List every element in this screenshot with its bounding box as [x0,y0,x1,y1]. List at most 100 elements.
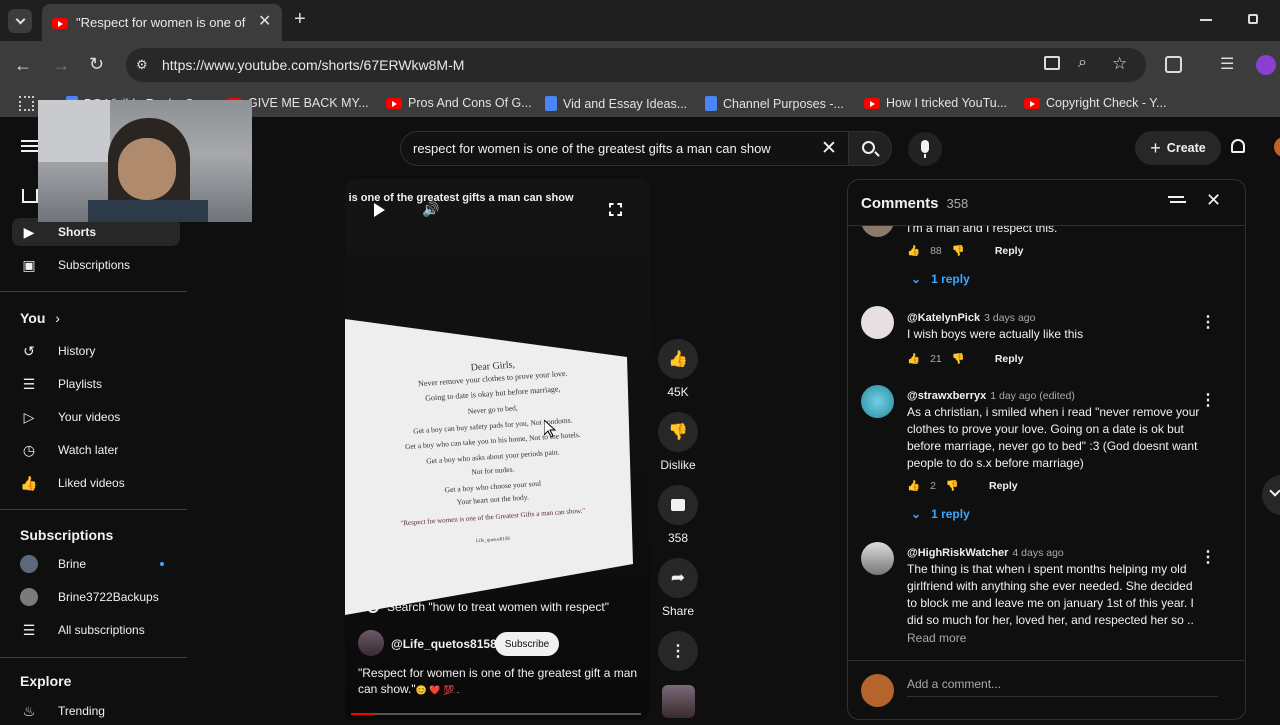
address-bar[interactable]: ⚙ https://www.youtube.com/shorts/67ERWkw… [126,48,1146,82]
sidebar-item-watch-later[interactable]: ◷ Watch later [12,436,180,464]
microphone-stand [924,154,926,158]
bookmark-item[interactable]: Vid and Essay Ideas... [545,96,687,111]
search-button[interactable] [848,131,892,166]
view-replies-button[interactable]: ⌄ 1 reply [911,272,970,286]
sidebar-item-history[interactable]: ↺ History [12,337,180,365]
install-app-icon[interactable] [1044,56,1060,70]
sidebar-item-shorts[interactable]: ▶ Shorts [12,218,180,246]
comment-avatar[interactable] [861,306,894,339]
add-comment-input[interactable]: Add a comment... [907,677,1218,697]
comment-menu-icon[interactable]: ⋮ [1200,312,1216,332]
bookmark-item[interactable]: How I tricked YouTu... [864,96,1007,110]
sidebar-channel-brine-backups[interactable]: Brine3722Backups [12,583,180,611]
sidebar-item-subscriptions[interactable]: ▣ Subscriptions [12,251,180,279]
active-tab[interactable]: "Respect for women is one of t ✕ [42,4,282,41]
subscribe-button[interactable]: Subscribe [495,632,559,656]
dislike-icon[interactable]: 👎 [952,352,965,365]
like-icon[interactable]: 👍 [907,244,920,257]
extensions-icon[interactable] [1165,56,1182,73]
thumbs-up-icon[interactable]: 👍 [658,339,698,379]
sidebar-you-header[interactable]: You › [20,310,60,326]
panel-divider [848,225,1245,226]
sort-icon[interactable] [1168,196,1184,198]
next-video-button[interactable] [1262,475,1280,515]
close-tab-icon[interactable]: ✕ [258,11,271,31]
channel-name[interactable]: @Life_quetos8158 [391,637,497,651]
thumbs-down-icon[interactable]: 👎 [658,412,698,452]
account-avatar[interactable] [1274,137,1280,157]
shorts-icon: ▶ [23,223,35,240]
reply-button[interactable]: Reply [989,480,1018,492]
home-icon[interactable] [22,189,38,203]
comment-avatar[interactable] [861,385,894,418]
like-icon[interactable]: 👍 [907,479,920,492]
play-icon[interactable] [374,203,385,217]
shorts-video-player[interactable]: Dear Girls, Never remove your clothes to … [345,179,650,720]
bookmark-item[interactable]: Pros And Cons Of G... [386,96,532,110]
menu-icon[interactable] [21,140,38,142]
view-replies-button[interactable]: ⌄ 1 reply [911,507,970,521]
url-text[interactable]: https://www.youtube.com/shorts/67ERWkw8M… [162,57,464,73]
zoom-icon[interactable]: ⌕ [1078,54,1087,72]
new-tab-icon[interactable]: + [294,8,306,31]
search-box[interactable]: respect for women is one of the greatest… [400,131,850,166]
comments-count: 358 [946,196,969,211]
profile-avatar[interactable] [1256,55,1276,75]
progress-bar-track[interactable] [351,713,641,715]
reading-list-icon[interactable]: ☰ [1220,54,1234,74]
video-caption: "Respect for women is one of the greates… [358,666,638,696]
share-action[interactable]: ➦ Share [658,558,698,618]
subscriptions-icon: ▣ [22,256,36,273]
sidebar-item-liked-videos[interactable]: 👍 Liked videos [12,469,180,497]
apps-grid-icon[interactable] [19,96,34,111]
dislike-icon[interactable]: 👎 [946,479,959,492]
search-suggestion[interactable]: Search "how to treat women with respect" [367,600,609,614]
channel-avatar[interactable] [358,630,384,656]
like-action[interactable]: 👍 45K [658,339,698,399]
more-actions[interactable]: ⋮ [658,631,698,677]
volume-icon[interactable]: 🔊 [422,201,439,218]
sidebar-item-playlists[interactable]: ☰ Playlists [12,370,180,398]
minimize-icon[interactable] [1200,19,1212,21]
clear-search-icon[interactable]: ✕ [821,137,837,160]
dislike-icon[interactable]: 👎 [952,244,965,257]
bookmark-star-icon[interactable]: ☆ [1112,54,1127,74]
comment-menu-icon[interactable]: ⋮ [1200,390,1216,410]
restore-icon[interactable] [1248,14,1258,24]
like-icon[interactable]: 👍 [907,352,920,365]
comment-bubble-icon[interactable] [658,485,698,525]
comment-avatar[interactable] [861,542,894,575]
comments-panel: Comments 358 ✕ I'm a man and I respect t… [847,179,1246,720]
youtube-icon [386,97,402,109]
site-info-icon[interactable]: ⚙ [136,57,148,73]
sound-thumbnail[interactable] [662,685,695,718]
sidebar-item-your-videos[interactable]: ▷ Your videos [12,403,180,431]
notifications-bell-icon[interactable] [1231,139,1245,153]
youtube-page: respect for women is one of the greatest… [0,100,1280,720]
sidebar-channel-brine[interactable]: Brine [12,550,180,578]
sidebar-all-subscriptions[interactable]: ☰ All subscriptions [12,616,180,644]
reply-button[interactable]: Reply [995,245,1024,257]
chevron-right-icon: › [55,310,60,326]
create-button[interactable]: + Create [1135,131,1221,165]
trending-fire-icon: ♨ [22,702,36,719]
reload-icon[interactable]: ↻ [89,54,104,75]
share-arrow-icon[interactable]: ➦ [658,558,698,598]
comments-action[interactable]: 358 [658,485,698,545]
more-vertical-icon[interactable]: ⋮ [658,631,698,671]
comment-menu-icon[interactable]: ⋮ [1200,547,1216,567]
voice-search-button[interactable] [908,132,942,166]
read-more-link[interactable]: Read more [907,631,966,645]
comments-header: Comments 358 [861,195,968,212]
back-icon[interactable]: ← [14,55,32,76]
forward-icon[interactable]: → [52,55,70,76]
comment-count: 358 [667,531,689,545]
search-input[interactable]: respect for women is one of the greatest… [413,141,771,156]
sidebar-item-trending[interactable]: ♨ Trending [12,697,180,725]
dislike-action[interactable]: 👎 Dislike [658,412,698,472]
reply-button[interactable]: Reply [995,353,1024,365]
close-icon[interactable]: ✕ [1206,190,1221,211]
tab-search-button[interactable] [8,9,32,33]
bookmark-item[interactable]: Channel Purposes -... [705,96,844,111]
bookmark-item[interactable]: Copyright Check - Y... [1024,96,1166,110]
